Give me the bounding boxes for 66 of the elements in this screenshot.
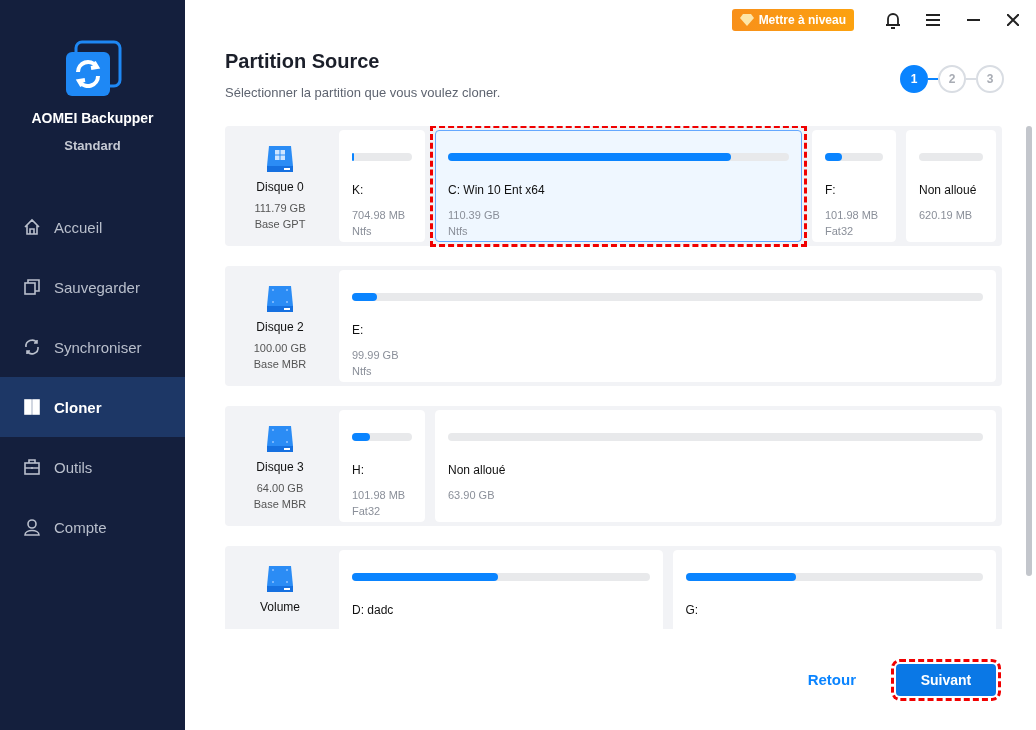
partition-card[interactable]: C: Win 10 Ent x64 110.39 GB Ntfs [430,126,807,247]
disk-name: Disque 2 [256,320,304,334]
partition-label: Non alloué [448,463,507,477]
partition-label: D: dadc [352,603,395,617]
disk-size: 64.00 GB [256,481,304,496]
file-system: Ntfs [352,364,373,379]
nav-item[interactable]: Cloner [0,377,185,437]
file-system: Ntfs [448,224,469,239]
partition-capacity: 101.98 MB [825,208,880,223]
partition-capacity: 704.98 MB [352,208,407,223]
menu-icon[interactable] [924,11,942,29]
bell-icon[interactable] [884,11,902,29]
disk-type: Base GPT [254,217,306,232]
partition-card[interactable]: Non alloué 63.90 GB [430,405,1001,527]
file-system: Fat32 [825,224,855,239]
home-icon [22,217,42,237]
partition-capacity: 63.90 GB [448,488,496,503]
sync-icon [22,337,42,357]
file-system: Ntfs [352,224,373,239]
user-icon [22,517,42,537]
close-icon[interactable] [1004,11,1022,29]
partition-capacity: 110.39 GB [448,208,501,223]
partition-label: K: [352,183,365,197]
page-title: Partition Source [225,50,381,73]
partition-label: C: Win 10 Ent x64 [448,183,546,197]
back-button[interactable]: Retour [801,670,862,689]
nav-item[interactable]: Sauvegarder [0,257,185,317]
disk-size: 100.00 GB [253,341,307,356]
partition-card[interactable]: Non alloué 620.19 MB [901,126,1001,247]
partition-card[interactable]: E: 99.99 GB Ntfs [334,265,1001,387]
disk-size: 111.79 GB [254,201,306,216]
partition-label: H: [352,463,365,477]
step-indicator: 2 [938,65,966,93]
toolbox-icon [22,457,42,477]
partition-label: G: [685,603,700,617]
nav-item[interactable]: Compte [0,497,185,557]
scrollbar-thumb[interactable] [1026,126,1032,576]
partition-capacity: 101.98 MB [352,488,407,503]
partition-card[interactable]: D: dadc [334,545,668,629]
nav-item[interactable]: Outils [0,437,185,497]
partition-label: E: [352,323,365,337]
nav-item[interactable]: Synchroniser [0,317,185,377]
partition-card[interactable]: K: 704.98 MB Ntfs [334,126,430,247]
step-indicator: 3 [976,65,1004,93]
step-indicator: 1 [900,65,928,93]
app-logo [63,40,122,98]
partition-capacity: 620.19 MB [919,208,974,223]
partition-capacity: 99.99 GB [352,348,400,363]
partition-label: F: [825,183,837,197]
app-name: AOMEI Backupper [31,110,154,126]
file-system: Fat32 [352,504,382,519]
copy-icon [22,277,42,297]
diamond-icon [739,14,754,26]
columns-icon [22,397,42,417]
disk-name: Volume [260,600,300,614]
nav-item[interactable]: Accueil [0,197,185,257]
disk-type: Base MBR [253,357,307,372]
disk-type: Base MBR [253,497,307,512]
partition-card[interactable]: H: 101.98 MB Fat32 [334,405,430,527]
app-edition: Standard [64,138,121,153]
partition-label: Non alloué [919,183,978,197]
disk-name: Disque 3 [256,460,304,474]
partition-card[interactable]: F: 101.98 MB Fat32 [807,126,901,247]
partition-card[interactable]: G: [667,545,1001,629]
page-subtitle: Sélectionner la partition que vous voulez cloner. [225,85,501,100]
disk-name: Disque 0 [256,180,304,194]
